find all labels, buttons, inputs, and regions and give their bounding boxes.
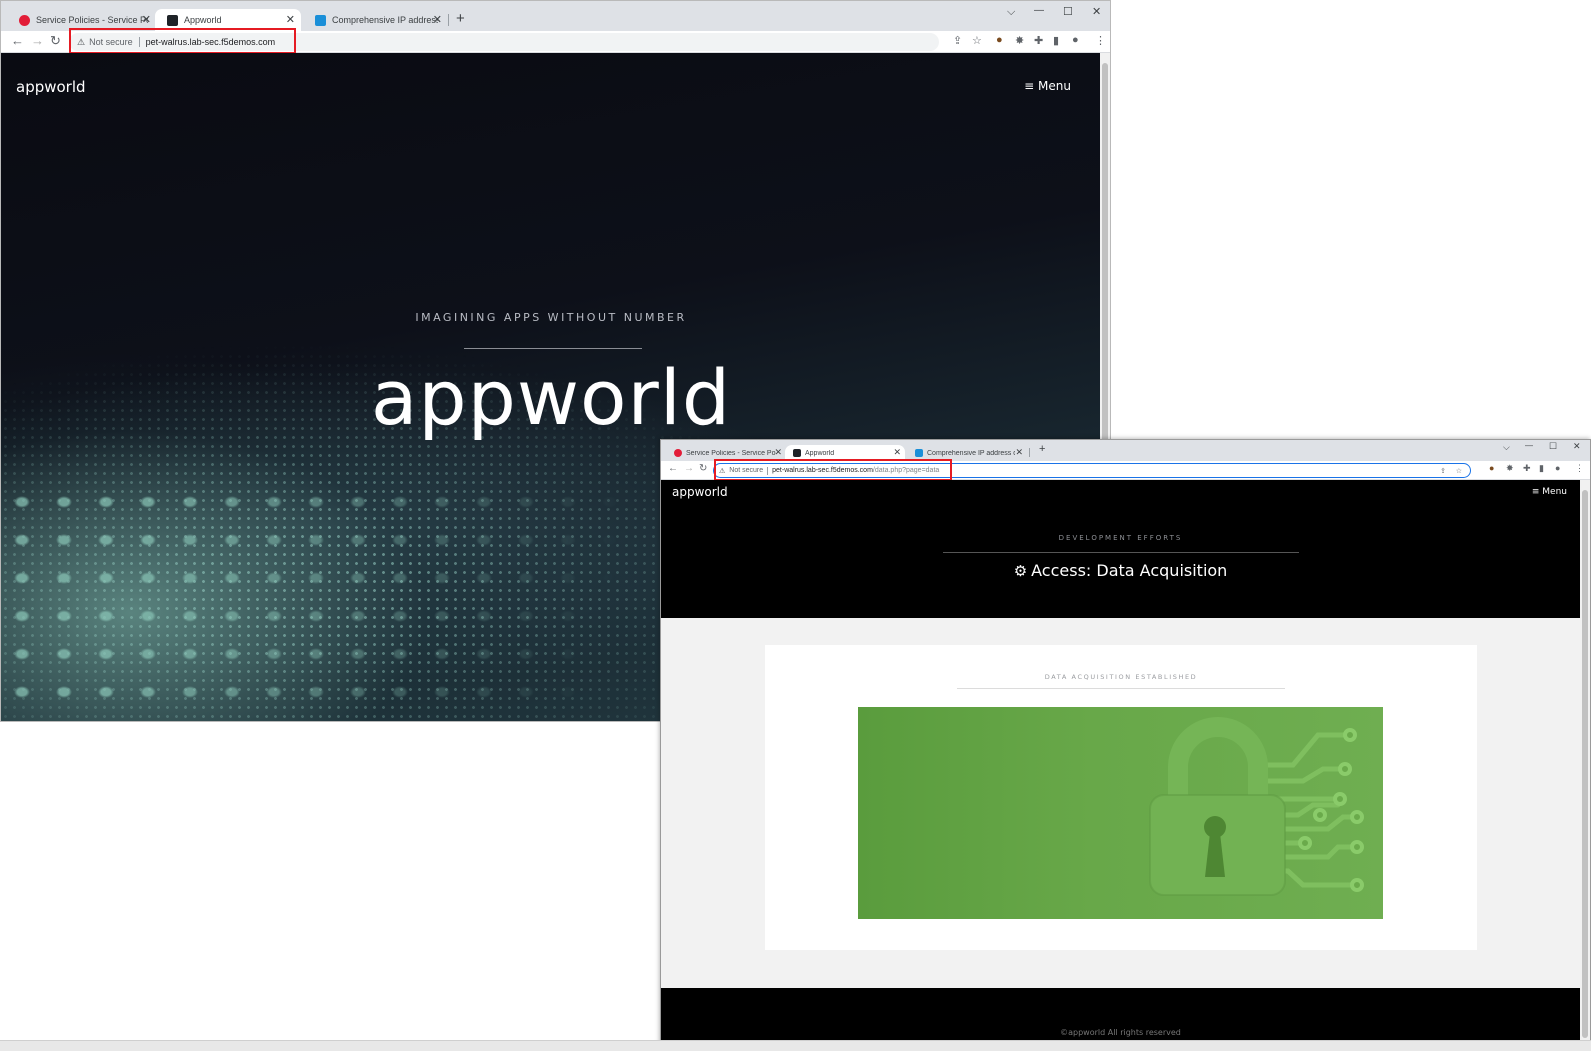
copyright-text: ©appworld All rights reserved	[1060, 1028, 1181, 1037]
page-title-text: Access: Data Acquisition	[1031, 561, 1228, 580]
hero-divider	[464, 348, 642, 349]
site-logo[interactable]: appworld	[16, 78, 86, 96]
f5-favicon-icon	[674, 449, 682, 457]
particle-wave-foreground	[1, 483, 661, 721]
tab-ip-address-data[interactable]: Comprehensive IP address data, IP ✕	[303, 9, 448, 31]
close-window-button[interactable]: ✕	[1573, 441, 1581, 452]
profile-avatar-icon[interactable]: ●	[1555, 463, 1560, 473]
maximize-button[interactable]: ☐	[1063, 5, 1073, 18]
tab-search-icon[interactable]: ⌵	[1503, 442, 1510, 453]
ipinfo-favicon-icon	[915, 449, 923, 457]
browser-window-data: Service Policies - Service Policies ✕ Ap…	[660, 439, 1591, 1051]
share-icon[interactable]: ⇪	[953, 34, 962, 47]
side-panel-icon[interactable]: ▮	[1539, 463, 1544, 474]
profile-avatar-icon[interactable]: ●	[1072, 34, 1079, 46]
extension-icon[interactable]: ✸	[1506, 463, 1514, 474]
close-window-button[interactable]: ✕	[1092, 5, 1101, 18]
tab-search-icon[interactable]: ⌵	[1007, 6, 1015, 19]
browser-toolbar: ← → ↻ ⚠ Not secure pet-walrus.lab-sec.f5…	[661, 459, 1590, 481]
data-acquisition-page: appworld ≡ Menu DEVELOPMENT EFFORTS ⚙ Acc…	[661, 480, 1580, 1050]
section-kicker: DEVELOPMENT EFFORTS	[1058, 534, 1183, 542]
page-title: ⚙ Access: Data Acquisition	[661, 561, 1580, 580]
close-tab-icon[interactable]: ✕	[1015, 447, 1023, 458]
hero-tagline: IMAGINING APPS WITHOUT NUMBER	[415, 311, 687, 324]
bookmark-star-icon[interactable]: ☆	[1456, 467, 1462, 475]
tab-divider	[1029, 448, 1030, 457]
url-highlight-box	[69, 28, 296, 54]
browser-toolbar: ← → ↻ ⚠ Not secure pet-walrus.lab-sec.f5…	[1, 28, 1110, 54]
appworld-favicon-icon	[167, 14, 178, 26]
share-icon[interactable]: ⇪	[1440, 467, 1446, 475]
minimize-button[interactable]: —	[1034, 5, 1044, 16]
page-header: appworld ≡ Menu DEVELOPMENT EFFORTS ⚙ Acc…	[661, 480, 1580, 618]
site-logo[interactable]: appworld	[672, 485, 728, 499]
f5-favicon-icon	[19, 14, 30, 26]
tab-strip: Service Policies - Service Policies ✕ Ap…	[1, 1, 1110, 31]
tab-strip: Service Policies - Service Policies ✕ Ap…	[661, 440, 1590, 461]
appworld-favicon-icon	[793, 449, 801, 457]
content-card: DATA ACQUISITION ESTABLISHED	[765, 645, 1477, 950]
reload-icon[interactable]: ↻	[699, 463, 707, 474]
ipinfo-favicon-icon	[315, 14, 326, 26]
card-kicker: DATA ACQUISITION ESTABLISHED	[1044, 673, 1198, 681]
maximize-button[interactable]: ☐	[1549, 441, 1557, 452]
url-highlight-box	[714, 459, 952, 481]
padlock-circuit-image	[858, 707, 1383, 919]
close-tab-icon[interactable]: ✕	[286, 13, 295, 26]
reload-icon[interactable]: ↻	[50, 33, 61, 49]
forward-arrow-icon[interactable]: →	[684, 463, 694, 474]
hero-title: appworld	[370, 353, 732, 442]
minimize-button[interactable]: —	[1525, 441, 1533, 450]
header-divider	[943, 552, 1299, 553]
scrollbar-thumb[interactable]	[1582, 490, 1588, 1038]
puzzle-extensions-icon[interactable]: ✚	[1034, 34, 1043, 47]
page-scrollbar[interactable]	[1580, 480, 1590, 1050]
tab-divider	[448, 14, 449, 26]
new-tab-button[interactable]: +	[456, 10, 465, 27]
menu-button[interactable]: ≡ Menu	[1024, 79, 1071, 93]
close-tab-icon[interactable]: ✕	[433, 13, 442, 26]
kebab-menu-icon[interactable]: ⋮	[1095, 34, 1106, 47]
padlock-icon	[1149, 717, 1364, 896]
kebab-menu-icon[interactable]: ⋮	[1575, 463, 1584, 474]
back-arrow-icon[interactable]: ←	[11, 33, 24, 48]
extension-icon[interactable]: ✸	[1015, 34, 1024, 47]
close-tab-icon[interactable]: ✕	[774, 447, 782, 458]
puzzle-extensions-icon[interactable]: ✚	[1523, 463, 1531, 474]
close-tab-icon[interactable]: ✕	[893, 447, 901, 458]
cookie-extension-icon[interactable]: ●	[996, 34, 1003, 46]
close-tab-icon[interactable]: ✕	[142, 13, 151, 26]
new-tab-button[interactable]: +	[1039, 443, 1045, 455]
cookie-extension-icon[interactable]: ●	[1489, 463, 1494, 473]
gears-icon: ⚙	[1013, 562, 1028, 580]
menu-button[interactable]: ≡ Menu	[1532, 487, 1567, 497]
forward-arrow-icon[interactable]: →	[31, 33, 44, 48]
side-panel-icon[interactable]: ▮	[1053, 34, 1059, 47]
back-arrow-icon[interactable]: ←	[668, 463, 678, 474]
card-divider	[957, 688, 1285, 689]
desktop-taskbar	[0, 1040, 1591, 1051]
bookmark-star-icon[interactable]: ☆	[972, 34, 982, 47]
